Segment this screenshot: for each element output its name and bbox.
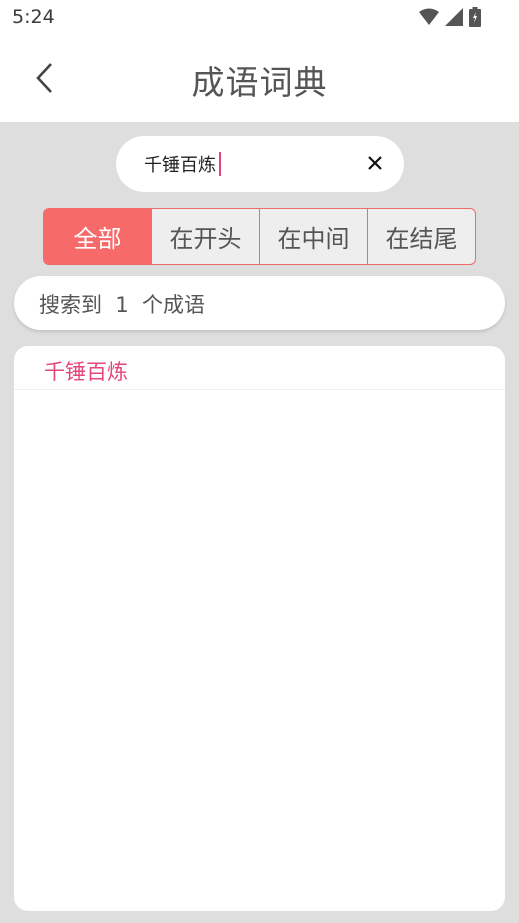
text-cursor xyxy=(219,152,221,176)
status-bar: 5:24 xyxy=(0,0,519,36)
match-position-tabs: 全部 在开头 在中间 在结尾 xyxy=(43,208,476,265)
results-list: 千锤百炼 xyxy=(14,346,505,911)
tab-at-end[interactable]: 在结尾 xyxy=(367,209,475,264)
status-time: 5:24 xyxy=(12,6,55,28)
signal-icon xyxy=(445,8,463,26)
status-icons xyxy=(419,7,481,27)
tab-in-middle[interactable]: 在中间 xyxy=(259,209,367,264)
list-item[interactable]: 千锤百炼 xyxy=(14,346,505,390)
page-title: 成语词典 xyxy=(191,63,328,102)
result-count-bar: 搜索到 1 个成语 xyxy=(14,276,505,330)
tab-all[interactable]: 全部 xyxy=(44,209,151,264)
content-area: 全部 在开头 在中间 在结尾 搜索到 1 个成语 千锤百炼 xyxy=(0,122,519,923)
search-box xyxy=(116,136,404,192)
battery-icon xyxy=(469,7,481,27)
wifi-icon xyxy=(419,8,439,25)
idiom-text: 千锤百炼 xyxy=(44,360,128,384)
tab-at-start[interactable]: 在开头 xyxy=(151,209,259,264)
close-icon xyxy=(368,156,382,170)
clear-button[interactable] xyxy=(364,152,386,174)
screen: 5:24 成语词典 千锤百炼 全部 在开头 在中间 在结尾 搜索到 1 个成语 … xyxy=(0,0,519,923)
app-bar: 成语词典 xyxy=(0,36,519,122)
result-count-text: 搜索到 1 个成语 xyxy=(39,293,206,317)
search-input[interactable] xyxy=(144,150,344,178)
